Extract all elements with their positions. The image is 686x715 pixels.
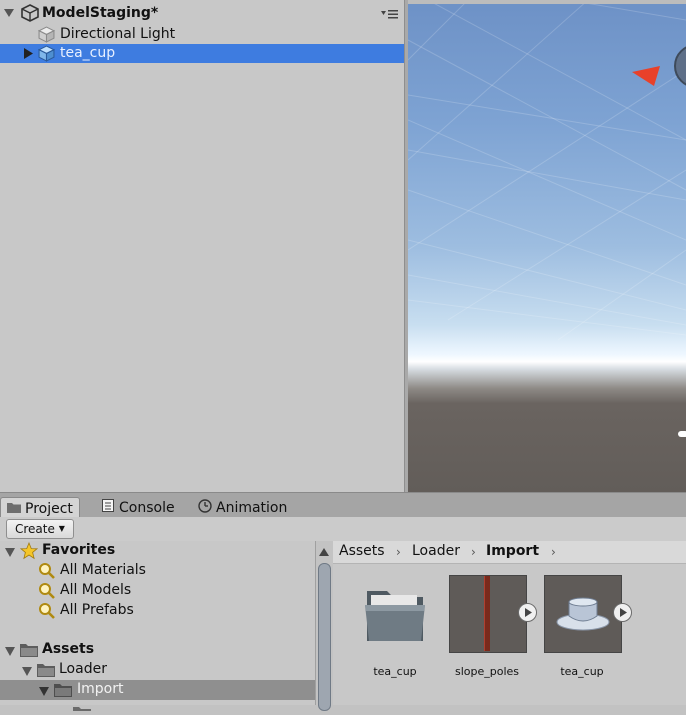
tree-label: Import xyxy=(77,681,124,697)
search-icon xyxy=(38,602,56,624)
asset-name: tea_cup xyxy=(560,665,604,678)
tree-label: All Models xyxy=(60,582,132,598)
file-browser: Assets › Loader › Import › tea_cup slope… xyxy=(333,541,686,705)
collapse-arrow-icon[interactable] xyxy=(5,645,15,660)
scroll-up-icon[interactable] xyxy=(319,545,329,560)
chevron-right-icon: › xyxy=(471,545,476,559)
tree-label: All Prefabs xyxy=(60,602,134,618)
hierarchy-panel: ModelStaging* Directional Light tea_cup xyxy=(0,0,404,492)
tab-label: Console xyxy=(119,499,175,516)
scene-toolbar-edge xyxy=(408,0,686,4)
tab-console[interactable]: Console xyxy=(96,497,181,518)
expand-arrow-icon[interactable] xyxy=(24,48,33,63)
teacup-icon xyxy=(556,597,610,631)
scene-view[interactable] xyxy=(408,0,686,492)
tree-item-import[interactable]: Import xyxy=(0,680,315,700)
folder-icon xyxy=(37,662,55,681)
tree-label: Favorites xyxy=(42,542,116,558)
tree-label: Loader xyxy=(59,661,107,677)
tab-label: Animation xyxy=(216,499,288,516)
hierarchy-item-tea-cup[interactable]: tea_cup xyxy=(0,44,404,63)
folder-icon xyxy=(54,682,72,701)
chevron-right-icon: › xyxy=(396,545,401,559)
scene-title: ModelStaging* xyxy=(42,5,159,21)
tree-label: Assets xyxy=(42,641,95,657)
clock-icon xyxy=(198,498,212,517)
hierarchy-item-label: tea_cup xyxy=(60,45,116,61)
breadcrumb-item[interactable]: Loader xyxy=(412,543,460,559)
model-thumbnail xyxy=(544,575,622,653)
folder-icon xyxy=(73,700,91,715)
tree-item-loader[interactable]: Loader xyxy=(0,660,315,680)
tree-item-favorites[interactable]: Favorites xyxy=(0,541,315,561)
hierarchy-item-directional-light[interactable]: Directional Light xyxy=(0,25,404,44)
gizmo-arrow-icon[interactable] xyxy=(632,66,662,92)
bottom-tab-bar: Project Console Animation xyxy=(0,492,686,519)
breadcrumb: Assets › Loader › Import › xyxy=(333,541,686,564)
project-tree: Favorites All Materials All Models All P… xyxy=(0,541,315,711)
hierarchy-item-label: Directional Light xyxy=(60,26,176,42)
tree-item-all-prefabs[interactable]: All Prefabs xyxy=(0,601,315,621)
tab-animation[interactable]: Animation xyxy=(192,497,293,518)
asset-name: slope_poles xyxy=(454,665,520,678)
tab-label: Project xyxy=(25,500,73,517)
folder-icon xyxy=(357,575,433,651)
scene-header[interactable]: ModelStaging* xyxy=(0,3,404,25)
tree-item-all-materials[interactable]: All Materials xyxy=(0,561,315,581)
create-label: Create xyxy=(15,522,55,536)
console-icon xyxy=(102,499,115,516)
tree-item-all-models[interactable]: All Models xyxy=(0,581,315,601)
folder-icon xyxy=(20,642,38,661)
project-toolbar: Create ▼ xyxy=(0,517,686,542)
collapse-arrow-icon[interactable] xyxy=(5,546,15,561)
model-thumbnail xyxy=(449,575,527,653)
chevron-right-icon: › xyxy=(551,545,556,559)
dropdown-arrow-icon: ▼ xyxy=(58,524,65,533)
scroll-thumb[interactable] xyxy=(318,563,331,711)
breadcrumb-item[interactable]: Assets xyxy=(339,543,385,559)
tree-label: All Materials xyxy=(60,562,146,578)
collapse-arrow-icon[interactable] xyxy=(22,665,32,680)
collapse-arrow-icon[interactable] xyxy=(39,685,49,700)
collapse-arrow-icon[interactable] xyxy=(4,7,14,22)
tree-item-assets[interactable]: Assets xyxy=(0,640,315,660)
folder-icon xyxy=(7,501,21,517)
breadcrumb-item-current[interactable]: Import xyxy=(486,543,539,559)
tree-scrollbar[interactable] xyxy=(315,541,333,711)
scene-marker xyxy=(678,431,686,437)
prefab-icon xyxy=(37,45,56,66)
asset-name: tea_cup xyxy=(373,665,417,678)
create-button[interactable]: Create ▼ xyxy=(6,519,74,539)
play-icon[interactable] xyxy=(613,603,632,622)
unity-scene-icon xyxy=(21,4,39,26)
menu-icon[interactable] xyxy=(381,8,399,24)
tab-project[interactable]: Project xyxy=(0,497,80,519)
play-icon[interactable] xyxy=(518,603,537,622)
